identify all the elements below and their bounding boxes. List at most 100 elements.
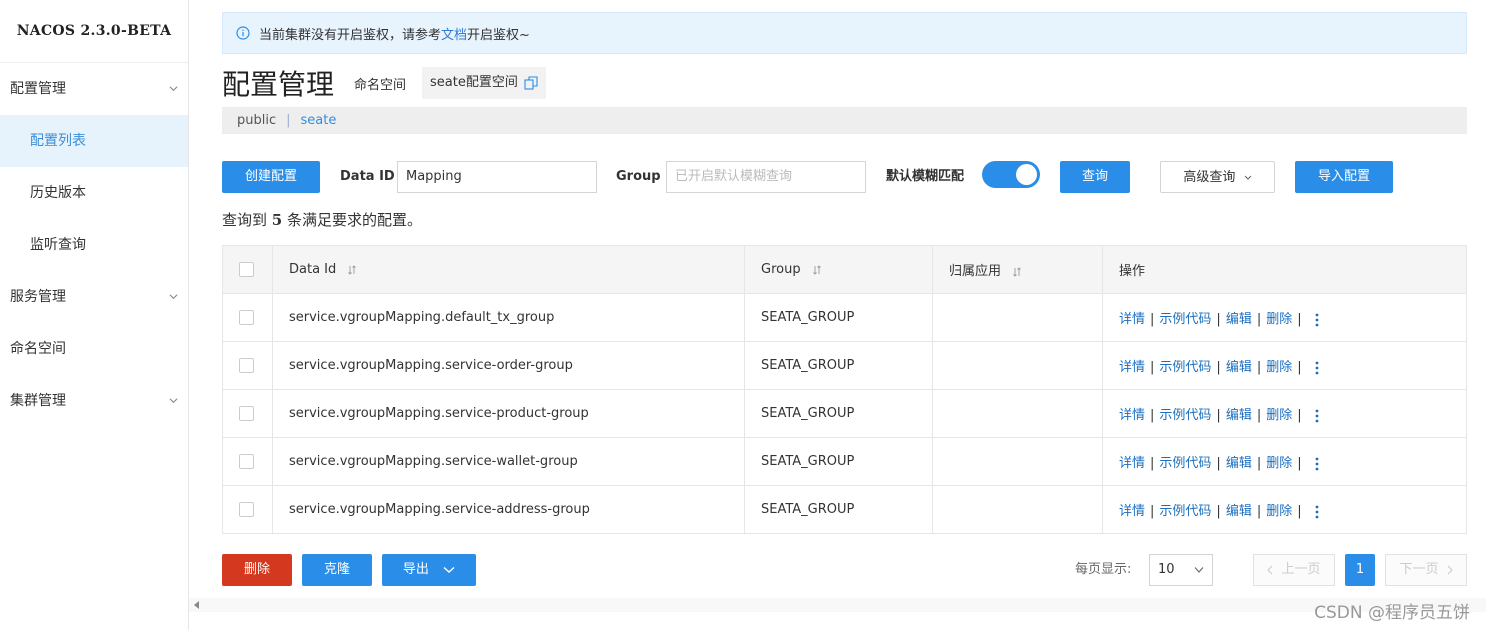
row-checkbox[interactable] xyxy=(239,454,254,469)
column-header-app[interactable]: 归属应用 xyxy=(932,245,1103,294)
action-separator: | xyxy=(1256,312,1262,327)
sort-icon[interactable] xyxy=(1013,266,1021,277)
row-checkbox[interactable] xyxy=(239,502,254,517)
alert-doc-link[interactable]: 文档 xyxy=(441,24,467,43)
sidebar-group-config[interactable]: 配置管理 xyxy=(0,63,188,115)
action-separator: | xyxy=(1297,456,1302,471)
fuzzy-match-toggle[interactable] xyxy=(982,161,1040,188)
select-all-cell xyxy=(222,245,273,294)
sidebar-item-label: 配置列表 xyxy=(30,133,86,149)
row-action-3[interactable]: 删除 xyxy=(1266,408,1292,423)
sidebar-group-cluster[interactable]: 集群管理 xyxy=(0,375,188,427)
sidebar-item-history[interactable]: 历史版本 xyxy=(0,167,188,219)
sidebar-item-label: 监听查询 xyxy=(30,237,86,253)
more-vertical-icon[interactable] xyxy=(1315,361,1319,375)
row-action-1[interactable]: 示例代码 xyxy=(1159,408,1211,423)
dataid-input[interactable]: Mapping xyxy=(397,161,597,193)
create-config-button[interactable]: 创建配置 xyxy=(222,161,320,193)
sort-icon[interactable] xyxy=(348,264,357,275)
row-action-1[interactable]: 示例代码 xyxy=(1159,360,1211,375)
filter-bar: 创建配置 Data ID Mapping Group 已开启默认模糊查询 默认模… xyxy=(222,161,1467,193)
action-separator: | xyxy=(1216,456,1221,471)
row-action-1[interactable]: 示例代码 xyxy=(1159,456,1211,471)
more-vertical-icon[interactable] xyxy=(1315,313,1319,327)
row-action-1[interactable]: 示例代码 xyxy=(1159,504,1211,519)
row-checkbox[interactable] xyxy=(239,310,254,325)
row-select-cell xyxy=(222,341,273,390)
query-button[interactable]: 查询 xyxy=(1060,161,1130,193)
action-separator: | xyxy=(1256,408,1262,423)
cell-group: SEATA_GROUP xyxy=(744,389,933,438)
action-separator: | xyxy=(1216,504,1221,519)
action-separator: | xyxy=(1216,312,1221,327)
result-summary: 查询到 5 条满足要求的配置。 xyxy=(222,209,422,230)
scroll-left-icon[interactable] xyxy=(193,601,201,609)
row-action-3[interactable]: 删除 xyxy=(1266,312,1292,327)
action-separator: | xyxy=(1150,456,1155,471)
table-row: service.vgroupMapping.service-order-grou… xyxy=(222,341,1467,390)
action-separator: | xyxy=(1256,504,1262,519)
advanced-query-button[interactable]: 高级查询 xyxy=(1160,161,1275,193)
sidebar-group-service[interactable]: 服务管理 xyxy=(0,271,188,323)
row-checkbox[interactable] xyxy=(239,406,254,421)
alert-text-suffix: 开启鉴权~ xyxy=(467,27,530,43)
row-action-0[interactable]: 详情 xyxy=(1119,504,1145,519)
group-input[interactable]: 已开启默认模糊查询 xyxy=(666,161,866,193)
cell-actions: 详情 | 示例代码 | 编辑 | 删除 | xyxy=(1102,389,1467,438)
cell-app xyxy=(932,485,1103,534)
namespace-tab-seate[interactable]: seate xyxy=(301,113,337,128)
row-action-3[interactable]: 删除 xyxy=(1266,360,1292,375)
more-vertical-icon[interactable] xyxy=(1315,457,1319,471)
delete-button[interactable]: 删除 xyxy=(222,554,292,586)
next-page-button[interactable]: 下一页 xyxy=(1385,554,1467,586)
page-size-select[interactable]: 10 xyxy=(1149,554,1213,586)
select-all-checkbox[interactable] xyxy=(239,262,254,277)
column-header-dataid[interactable]: Data Id xyxy=(272,245,745,294)
export-label: 导出 xyxy=(402,562,429,577)
row-action-2[interactable]: 编辑 xyxy=(1226,456,1252,471)
row-action-3[interactable]: 删除 xyxy=(1266,456,1292,471)
cell-dataid: service.vgroupMapping.service-wallet-gro… xyxy=(272,437,745,486)
sidebar-group-label: 命名空间 xyxy=(10,341,66,357)
sidebar-group-label: 服务管理 xyxy=(10,289,66,305)
column-label: 归属应用 xyxy=(949,264,1002,279)
chevron-right-icon xyxy=(1447,565,1453,574)
info-icon xyxy=(236,26,250,40)
clone-button[interactable]: 克隆 xyxy=(302,554,372,586)
copy-icon[interactable] xyxy=(524,76,538,90)
column-header-group[interactable]: Group xyxy=(744,245,933,294)
prev-page-label: 上一页 xyxy=(1281,562,1321,577)
page-number-current[interactable]: 1 xyxy=(1345,554,1375,586)
column-label: Data Id xyxy=(289,262,337,277)
row-action-0[interactable]: 详情 xyxy=(1119,312,1145,327)
sidebar-item-config-list[interactable]: 配置列表 xyxy=(0,115,188,167)
namespace-tab-public[interactable]: public xyxy=(237,113,276,128)
more-vertical-icon[interactable] xyxy=(1315,409,1319,423)
import-config-button[interactable]: 导入配置 xyxy=(1295,161,1393,193)
sort-icon[interactable] xyxy=(812,264,821,275)
chevron-down-icon xyxy=(1194,567,1204,573)
group-label: Group xyxy=(616,169,661,184)
row-action-2[interactable]: 编辑 xyxy=(1226,504,1252,519)
row-checkbox[interactable] xyxy=(239,358,254,373)
alert-text: 当前集群没有开启鉴权，请参考 xyxy=(259,27,442,43)
next-page-label: 下一页 xyxy=(1399,562,1439,577)
row-action-2[interactable]: 编辑 xyxy=(1226,360,1252,375)
export-button[interactable]: 导出 xyxy=(382,554,476,586)
row-action-3[interactable]: 删除 xyxy=(1266,504,1292,519)
action-separator: | xyxy=(1216,408,1221,423)
row-action-0[interactable]: 详情 xyxy=(1119,456,1145,471)
row-action-0[interactable]: 详情 xyxy=(1119,408,1145,423)
sidebar-item-listener-query[interactable]: 监听查询 xyxy=(0,219,188,271)
toggle-knob xyxy=(1016,164,1037,185)
dataid-label: Data ID xyxy=(340,169,395,184)
row-action-2[interactable]: 编辑 xyxy=(1226,312,1252,327)
row-action-0[interactable]: 详情 xyxy=(1119,360,1145,375)
sidebar-item-namespace[interactable]: 命名空间 xyxy=(0,323,188,375)
row-action-2[interactable]: 编辑 xyxy=(1226,408,1252,423)
horizontal-scrollbar[interactable] xyxy=(189,598,1486,612)
more-vertical-icon[interactable] xyxy=(1315,505,1319,519)
row-action-1[interactable]: 示例代码 xyxy=(1159,312,1211,327)
column-label: Group xyxy=(761,262,801,277)
prev-page-button[interactable]: 上一页 xyxy=(1253,554,1335,586)
